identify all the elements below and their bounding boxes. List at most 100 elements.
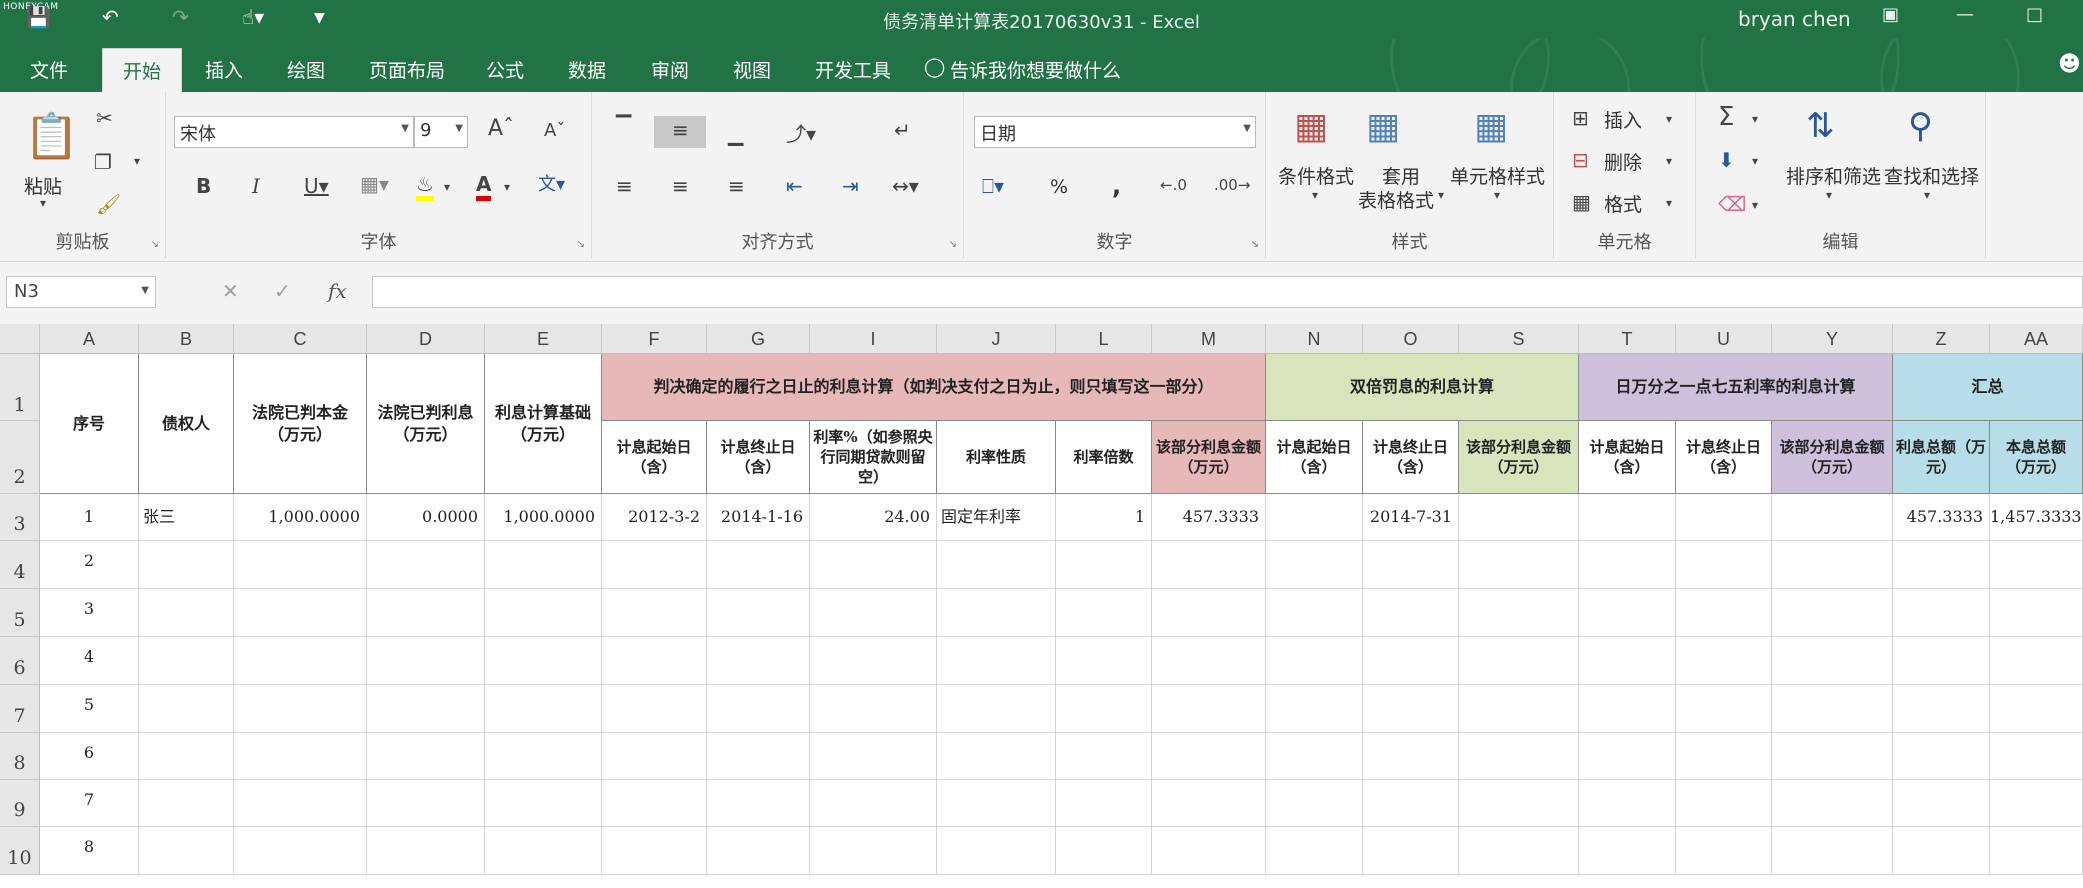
header-group-double-penalty[interactable]: 双倍罚息的利息计算 [1266,354,1579,421]
column-header[interactable]: Y [1772,324,1893,354]
header-principal[interactable]: 法院已判本金（万元） [234,354,367,494]
column-header[interactable]: A [40,324,139,354]
data-cell[interactable]: 2014-7-31 [1363,494,1459,541]
column-header[interactable]: O [1363,324,1459,354]
data-cell[interactable] [1893,780,1990,827]
data-cell[interactable] [1990,541,2083,589]
formula-input[interactable] [372,276,2083,308]
header-seq[interactable]: 序号 [40,354,139,494]
subheader-g3-1[interactable]: 计息终止日（含） [1676,421,1772,494]
cell-styles-icon[interactable]: ▦ [1474,106,1508,147]
subheader-g4-0[interactable]: 利息总额（万元） [1893,421,1990,494]
column-header[interactable]: G [707,324,810,354]
chevron-down-icon[interactable]: ▾ [1752,154,1758,168]
select-all-corner[interactable] [0,324,40,354]
data-cell[interactable]: 3 [40,589,139,637]
data-cell[interactable] [139,685,234,733]
data-cell[interactable] [1056,780,1152,827]
data-cell[interactable] [485,637,602,685]
row-header[interactable]: 5 [0,589,40,637]
chevron-down-icon[interactable]: ▾ [1666,154,1672,168]
data-cell[interactable] [1676,494,1772,541]
data-cell[interactable] [1056,637,1152,685]
format-cells-button[interactable]: 格式 [1604,190,1642,217]
subheader-g1-5[interactable]: 该部分利息金额（万元） [1152,421,1266,494]
data-cell[interactable] [1676,733,1772,780]
worksheet-grid[interactable]: A B C D E F G I J L M N O S T U Y Z AA 1 2 3 4 5 6 7 8 9 10 序号 债权人 法院已判… [0,324,2083,888]
data-cell[interactable] [234,780,367,827]
data-cell[interactable] [1152,827,1266,875]
format-as-table-icon[interactable]: ▦ [1366,106,1400,147]
data-cell[interactable] [1579,541,1676,589]
data-cell[interactable] [1266,733,1363,780]
data-cell[interactable] [1990,733,2083,780]
data-cell[interactable] [1990,827,2083,875]
header-group-daily-rate[interactable]: 日万分之一点七五利率的利息计算 [1579,354,1893,421]
data-cell[interactable] [367,541,485,589]
increase-decimal-icon[interactable]: ←.0 [1160,176,1187,194]
data-cell[interactable] [234,685,367,733]
data-cell[interactable] [139,589,234,637]
data-cell[interactable] [707,589,810,637]
sort-filter-button[interactable]: 排序和筛选 [1786,162,1881,189]
header-base[interactable]: 利息计算基础（万元） [485,354,602,494]
bold-icon[interactable]: B [196,174,211,198]
column-header[interactable]: Z [1893,324,1990,354]
data-cell[interactable]: 457.3333 [1893,494,1990,541]
data-cell[interactable] [1772,637,1893,685]
data-cell[interactable] [1990,780,2083,827]
row-header[interactable]: 4 [0,541,40,589]
row-header[interactable]: 8 [0,733,40,780]
column-header[interactable]: C [234,324,367,354]
header-group-judgment-interest[interactable]: 判决确定的履行之日止的利息计算（如判决支付之日为止，则只填写这一部分） [602,354,1266,421]
row-header[interactable]: 2 [0,421,40,494]
data-cell[interactable] [1676,685,1772,733]
data-cell[interactable]: 1,457.3333 [1990,494,2083,541]
share-icon[interactable]: ☻ [2058,52,2081,77]
data-cell[interactable]: 5 [40,685,139,733]
top-align-icon[interactable]: ▔ [616,114,631,138]
chevron-down-icon[interactable]: ▾ [1666,112,1672,126]
data-cell[interactable] [602,685,707,733]
data-cell[interactable] [810,685,937,733]
format-cells-icon[interactable]: ▦ [1572,190,1591,214]
chevron-down-icon[interactable]: ▾ [134,154,140,168]
subheader-g1-4[interactable]: 利率倍数 [1056,421,1152,494]
cut-icon[interactable]: ✂ [96,106,113,130]
font-name-select[interactable]: 宋体 ▼ [174,116,414,148]
insert-function-button[interactable]: fx [328,279,347,303]
data-cell[interactable] [1772,827,1893,875]
column-header[interactable]: L [1056,324,1152,354]
data-cell[interactable] [1363,685,1459,733]
column-header[interactable]: T [1579,324,1676,354]
fill-color-icon[interactable]: ♨ [416,172,434,201]
data-cell[interactable]: 1 [1056,494,1152,541]
name-box[interactable]: N3 ▼ [6,276,156,308]
orientation-icon[interactable]: ⤴▾ [786,118,816,147]
phonetic-guide-icon[interactable]: 文▾ [538,170,565,196]
chevron-down-icon[interactable]: ▾ [1666,196,1672,210]
data-cell[interactable] [602,733,707,780]
data-cell[interactable] [1772,733,1893,780]
data-cell[interactable] [1893,541,1990,589]
data-cell[interactable] [810,733,937,780]
data-cell[interactable] [1152,685,1266,733]
data-cell[interactable] [367,780,485,827]
column-header[interactable]: M [1152,324,1266,354]
data-cell[interactable] [1893,827,1990,875]
data-cell[interactable] [1579,733,1676,780]
align-right-icon[interactable]: ≡ [728,174,745,198]
find-select-icon[interactable]: ⚲ [1908,106,1933,146]
data-cell[interactable] [1990,637,2083,685]
data-cell[interactable] [1893,685,1990,733]
tab-home[interactable]: 开始 [102,48,182,92]
tab-draw[interactable]: 绘图 [287,56,325,83]
dialog-launcher-icon[interactable]: ↘ [949,239,957,250]
tab-formulas[interactable]: 公式 [486,56,524,83]
data-cell[interactable] [1363,780,1459,827]
data-cell[interactable] [810,827,937,875]
data-cell[interactable] [1266,685,1363,733]
column-header[interactable]: B [139,324,234,354]
data-cell[interactable]: 2014-1-16 [707,494,810,541]
data-cell[interactable] [937,780,1056,827]
